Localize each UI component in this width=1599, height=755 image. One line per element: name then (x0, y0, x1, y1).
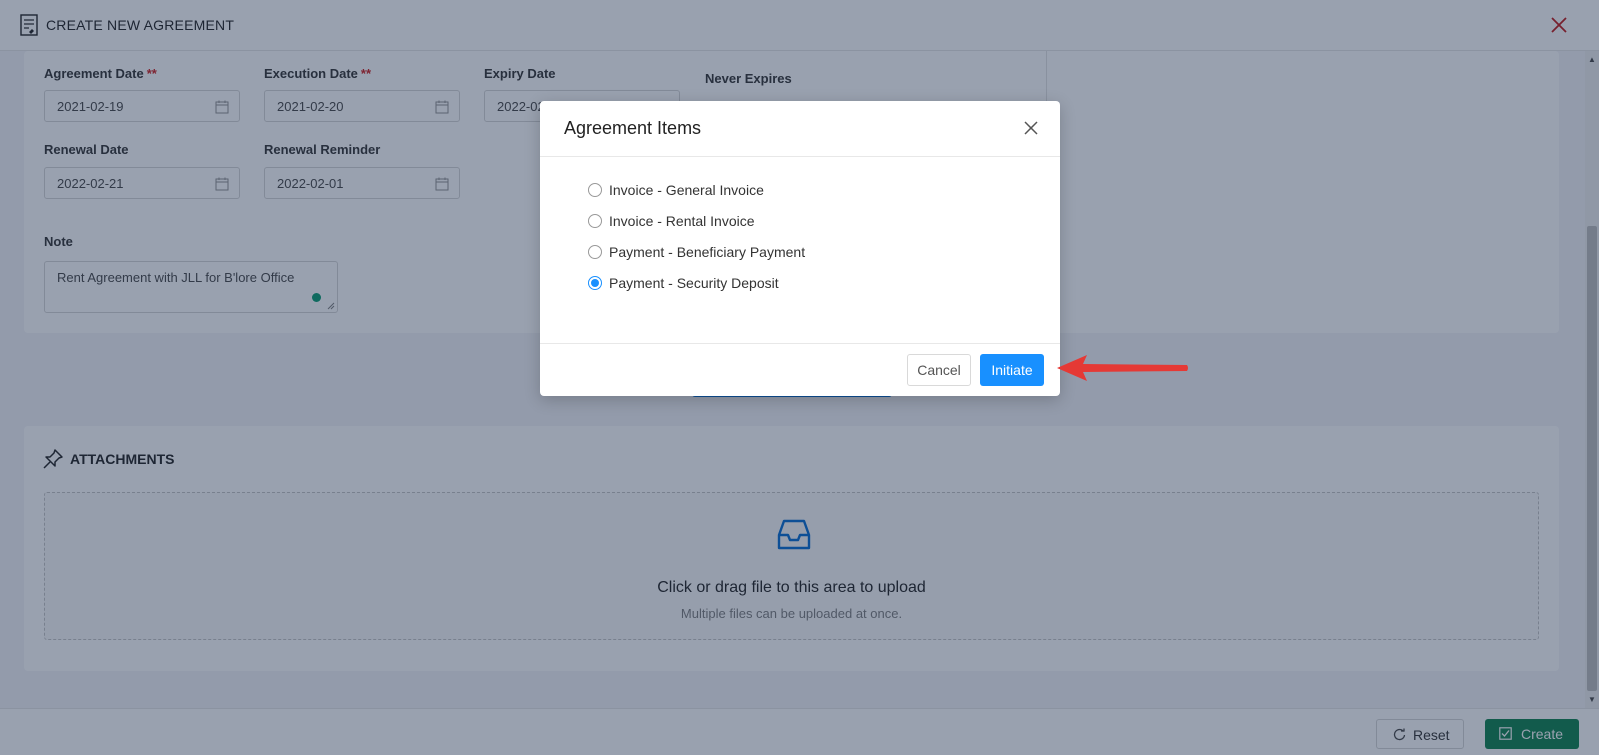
radio-button[interactable] (588, 245, 602, 259)
cancel-button[interactable]: Cancel (907, 354, 971, 386)
agreement-items-dialog: Agreement Items Invoice - General Invoic… (540, 101, 1060, 396)
divider (540, 343, 1060, 344)
option-label: Payment - Security Deposit (609, 275, 779, 291)
radio-button-selected[interactable] (588, 276, 602, 290)
divider (540, 156, 1060, 157)
radio-button[interactable] (588, 183, 602, 197)
annotation-arrow-icon (1057, 355, 1188, 381)
option-label: Invoice - General Invoice (609, 182, 764, 198)
radio-button[interactable] (588, 214, 602, 228)
initiate-button[interactable]: Initiate (980, 354, 1044, 386)
option-label: Invoice - Rental Invoice (609, 213, 755, 229)
close-icon[interactable] (1022, 119, 1040, 137)
dialog-title: Agreement Items (564, 118, 702, 138)
option-label: Payment - Beneficiary Payment (609, 244, 806, 260)
